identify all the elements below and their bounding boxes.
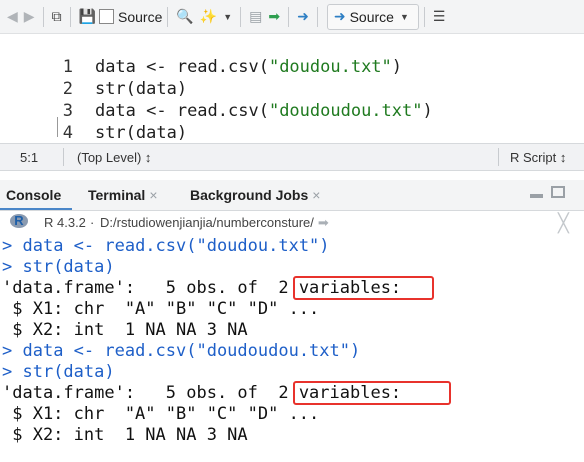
console-tab-bar: Console Terminal × Background Jobs × bbox=[0, 180, 584, 211]
file-type-selector[interactable]: R Script ↕ bbox=[510, 150, 566, 165]
code-text: str(data) bbox=[94, 123, 188, 143]
working-directory[interactable]: D:/rstudiowenjianjia/numberconsture/ ➡ bbox=[100, 215, 329, 231]
console-output[interactable]: > data <- read.csv("doudou.txt") > str(d… bbox=[0, 236, 584, 462]
code-line: 2 str(data) bbox=[0, 56, 187, 99]
search-icon[interactable]: 🔍 bbox=[176, 6, 193, 28]
clear-console-broom-icon[interactable]: ╳ bbox=[558, 213, 569, 234]
code-line: 3 data <- read.csv("doudoudou.txt") bbox=[0, 78, 433, 121]
save-icon[interactable]: 💾 bbox=[79, 6, 96, 28]
compile-report-icon[interactable]: ▤ bbox=[249, 6, 262, 28]
highlight-box-variables-2 bbox=[293, 381, 451, 405]
maximize-pane-icon[interactable] bbox=[551, 186, 565, 198]
console-line: > str(data) bbox=[2, 362, 115, 383]
tab-terminal[interactable]: Terminal × bbox=[88, 185, 158, 209]
outline-menu-icon[interactable]: ☰ bbox=[433, 6, 446, 28]
r-version: R 4.3.2 bbox=[44, 215, 86, 230]
tab-console[interactable]: Console bbox=[6, 185, 61, 209]
working-directory-text: D:/rstudiowenjianjia/numberconsture/ bbox=[100, 215, 314, 230]
source-button[interactable]: ➜ Source ▼ bbox=[326, 3, 419, 30]
editor-status-bar: 5:1 (Top Level) ↕ R Script ↕ bbox=[0, 143, 584, 171]
code-editor[interactable]: 1 data <- read.csv("doudou.txt") 2 str(dat… bbox=[0, 34, 584, 165]
show-in-window-icon[interactable]: ⧉ bbox=[52, 6, 62, 28]
console-prompt: > bbox=[2, 341, 23, 361]
console-output-line: $ X1: chr "A" "B" "C" "D" ... bbox=[2, 299, 320, 319]
active-tab-indicator bbox=[0, 208, 72, 210]
code-tools-wand-icon[interactable]: ✨ bbox=[200, 6, 217, 28]
tab-background-jobs-label: Background Jobs bbox=[190, 187, 309, 203]
tab-terminal-label: Terminal bbox=[88, 187, 146, 203]
code-line: 1 data <- read.csv("doudou.txt") bbox=[0, 34, 402, 77]
forward-arrow-icon[interactable]: ▶ bbox=[24, 6, 35, 28]
path-separator: · bbox=[90, 215, 95, 230]
status-divider bbox=[498, 148, 499, 166]
console-prompt: > bbox=[2, 257, 23, 277]
back-arrow-icon[interactable]: ◀ bbox=[7, 6, 18, 28]
toolbar-divider bbox=[42, 6, 44, 27]
rerun-icon[interactable]: ➜ bbox=[297, 6, 309, 28]
toolbar-divider bbox=[69, 6, 71, 27]
console-output-line: $ X2: int 1 NA NA 3 NA bbox=[2, 320, 248, 340]
r-logo-icon: R bbox=[10, 214, 28, 228]
console-prompt: > bbox=[2, 362, 23, 382]
tab-background-jobs[interactable]: Background Jobs × bbox=[190, 185, 320, 209]
console-command: data <- read.csv("doudou.txt") bbox=[22, 236, 330, 256]
toolbar-divider bbox=[240, 6, 242, 27]
close-icon[interactable]: × bbox=[149, 187, 157, 203]
chevron-down-icon[interactable]: ▼ bbox=[400, 6, 409, 28]
toolbar-divider bbox=[316, 6, 318, 27]
go-to-directory-icon[interactable]: ➡ bbox=[318, 215, 329, 230]
toolbar-divider bbox=[167, 6, 169, 27]
toolbar-divider bbox=[423, 6, 425, 27]
source-on-save-label: Source bbox=[118, 8, 163, 25]
console-line: > data <- read.csv("doudou.txt") bbox=[2, 236, 330, 257]
text-cursor bbox=[57, 117, 58, 137]
close-icon[interactable]: × bbox=[312, 187, 320, 203]
run-line-icon[interactable]: ➡ bbox=[268, 6, 280, 28]
code-line: 5 bbox=[0, 122, 73, 165]
console-output-line: $ X1: chr "A" "B" "C" "D" ... bbox=[2, 404, 320, 424]
status-divider bbox=[63, 148, 64, 166]
console-line: > data <- read.csv("doudoudou.txt") bbox=[2, 341, 360, 362]
source-on-save-checkbox[interactable] bbox=[99, 9, 114, 24]
source-button-label: Source bbox=[349, 8, 394, 25]
minimize-pane-icon[interactable] bbox=[530, 194, 543, 198]
chevron-down-icon[interactable]: ▼ bbox=[223, 6, 232, 28]
console-prompt: > bbox=[2, 236, 23, 256]
console-command: str(data) bbox=[22, 362, 115, 382]
console-line: > str(data) bbox=[2, 257, 115, 278]
cursor-position: 5:1 bbox=[20, 150, 39, 165]
editor-toolbar: ◀ ▶ ⧉ 💾 Source 🔍 ✨ ▼ ▤ ➡ ➜ ➜ Source ▼ ☰ bbox=[0, 0, 584, 34]
console-output-line: $ X2: int 1 NA NA 3 NA bbox=[2, 425, 248, 445]
console-path-bar: R R 4.3.2 · D:/rstudiowenjianjia/numberc… bbox=[0, 211, 584, 235]
toolbar-divider bbox=[288, 6, 290, 27]
console-command: data <- read.csv("doudoudou.txt") bbox=[22, 341, 361, 361]
console-command: str(data) bbox=[22, 257, 115, 277]
highlight-box-variables-1 bbox=[293, 276, 434, 300]
scope-selector[interactable]: (Top Level) ↕ bbox=[77, 150, 151, 165]
code-line: 4 str(data) bbox=[0, 100, 187, 143]
source-arrow-icon: ➜ bbox=[333, 8, 346, 24]
